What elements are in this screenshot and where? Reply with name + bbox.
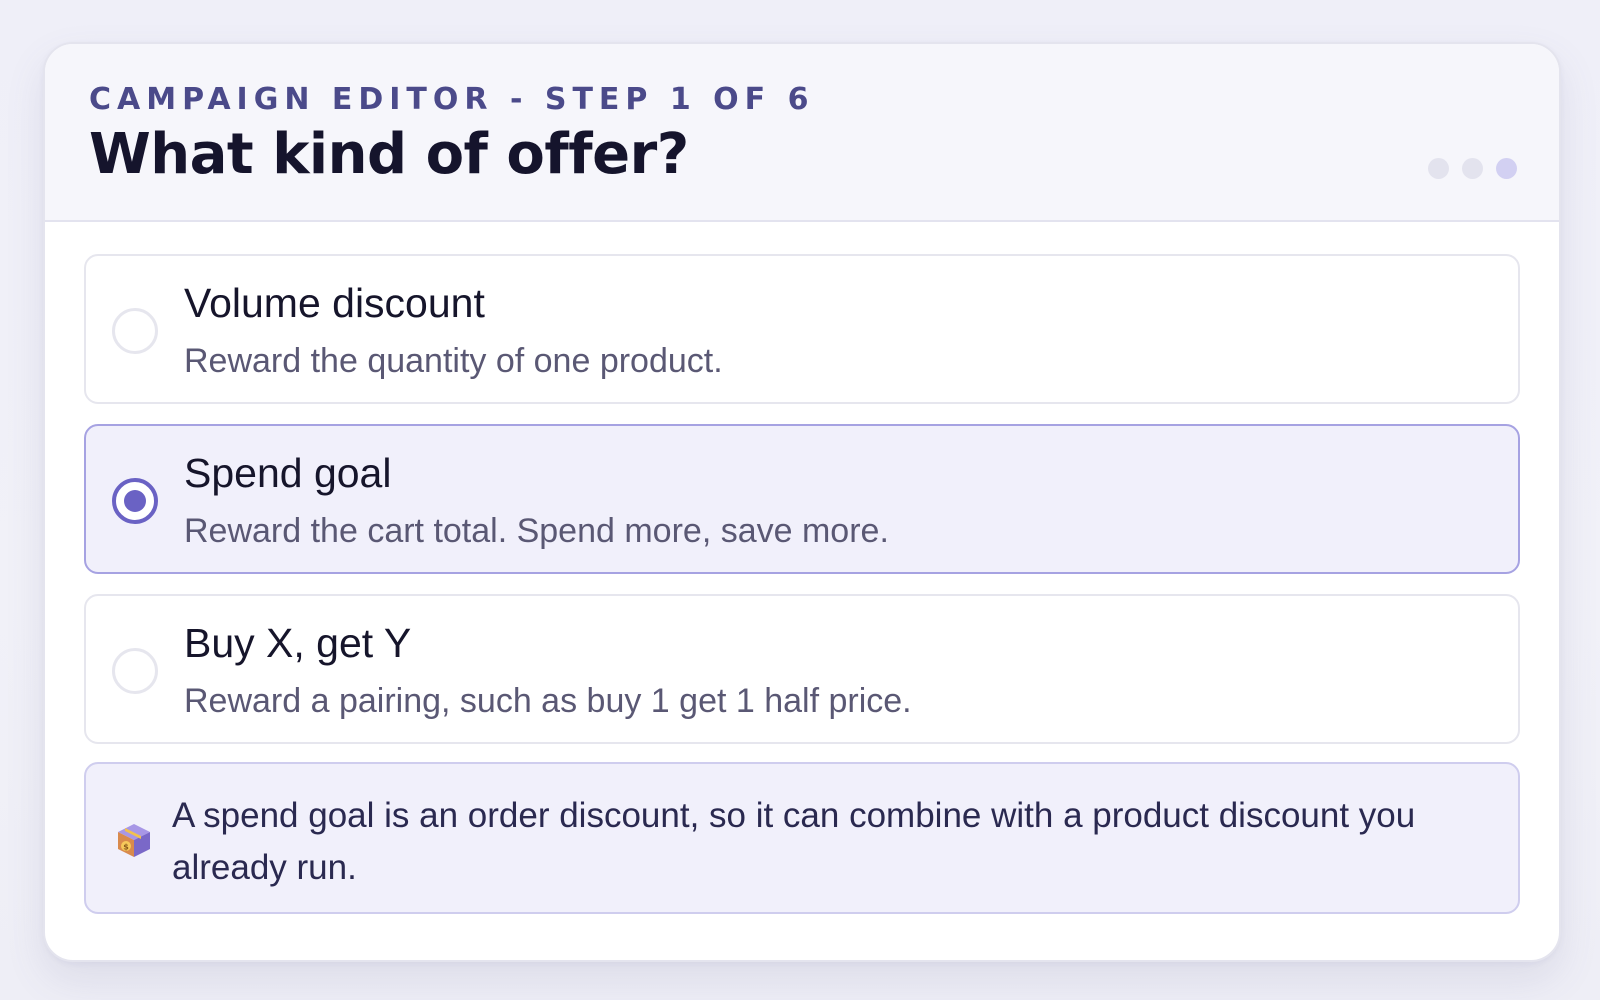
- radio-button[interactable]: [112, 308, 158, 354]
- note-text: A spend goal is an order discount, so it…: [172, 796, 1416, 887]
- svg-text:$: $: [123, 843, 129, 852]
- step-label: CAMPAIGN EDITOR - STEP 1 OF 6: [89, 82, 815, 117]
- option-buy-x-get-y[interactable]: Buy X, get Y Reward a pairing, such as b…: [84, 594, 1520, 744]
- offer-options: Volume discount Reward the quantity of o…: [84, 254, 1520, 914]
- progress-dot-2: [1462, 158, 1483, 179]
- page-title: What kind of offer?: [89, 122, 689, 187]
- progress-dot-3: [1496, 158, 1517, 179]
- option-volume-discount[interactable]: Volume discount Reward the quantity of o…: [84, 254, 1520, 404]
- option-spend-goal[interactable]: Spend goal Reward the cart total. Spend …: [84, 424, 1520, 574]
- option-description: Reward the cart total. Spend more, save …: [184, 512, 889, 550]
- radio-button[interactable]: [112, 478, 158, 524]
- radio-button[interactable]: [112, 648, 158, 694]
- card-header: CAMPAIGN EDITOR - STEP 1 OF 6 What kind …: [45, 44, 1559, 222]
- progress-dots: [1428, 158, 1517, 179]
- radio-dot: [124, 490, 146, 512]
- option-title: Buy X, get Y: [184, 620, 412, 666]
- option-description: Reward a pairing, such as buy 1 get 1 ha…: [184, 682, 912, 720]
- offer-type-card: CAMPAIGN EDITOR - STEP 1 OF 6 What kind …: [43, 42, 1561, 962]
- info-note: $ A spend goal is an order discount, so …: [84, 762, 1520, 914]
- gift-box-icon: $: [118, 824, 150, 857]
- option-description: Reward the quantity of one product.: [184, 342, 723, 380]
- option-title: Volume discount: [184, 280, 485, 326]
- progress-dot-1: [1428, 158, 1449, 179]
- option-title: Spend goal: [184, 450, 392, 496]
